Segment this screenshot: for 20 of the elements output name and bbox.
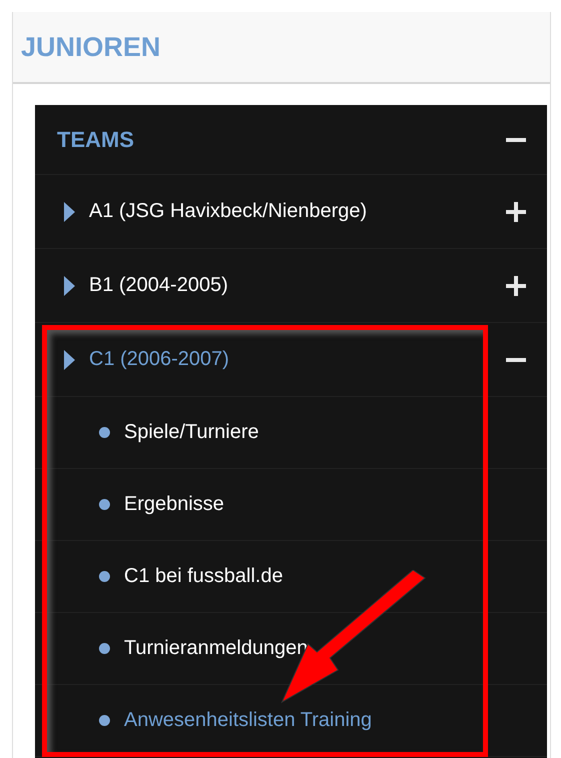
bullet-icon <box>99 643 110 654</box>
bullet-icon <box>99 427 110 438</box>
triangle-icon <box>64 202 75 222</box>
menu-title: TEAMS <box>57 126 135 152</box>
bullet-icon <box>99 715 110 726</box>
section-title: JUNIOREN <box>21 32 161 62</box>
submenu-link[interactable]: Turnieranmeldungen <box>124 637 308 660</box>
expand-icon[interactable] <box>505 274 527 296</box>
bullet-icon <box>99 571 110 582</box>
expand-icon[interactable] <box>505 200 527 222</box>
bullet-icon <box>99 499 110 510</box>
triangle-icon <box>64 276 75 296</box>
team-link[interactable]: C1 (2006-2007) <box>89 348 505 371</box>
submenu-link[interactable]: Spiele/Turniere <box>124 421 259 444</box>
submenu-link[interactable]: Ergebnisse <box>124 493 224 516</box>
submenu-link[interactable]: C1 bei fussball.de <box>124 565 283 588</box>
team-link[interactable]: B1 (2004-2005) <box>89 274 505 297</box>
triangle-icon <box>64 350 75 370</box>
team-link[interactable]: A1 (JSG Havixbeck/Nienberge) <box>89 200 505 223</box>
submenu-link[interactable]: Anwesenheitslisten Training <box>124 709 372 732</box>
